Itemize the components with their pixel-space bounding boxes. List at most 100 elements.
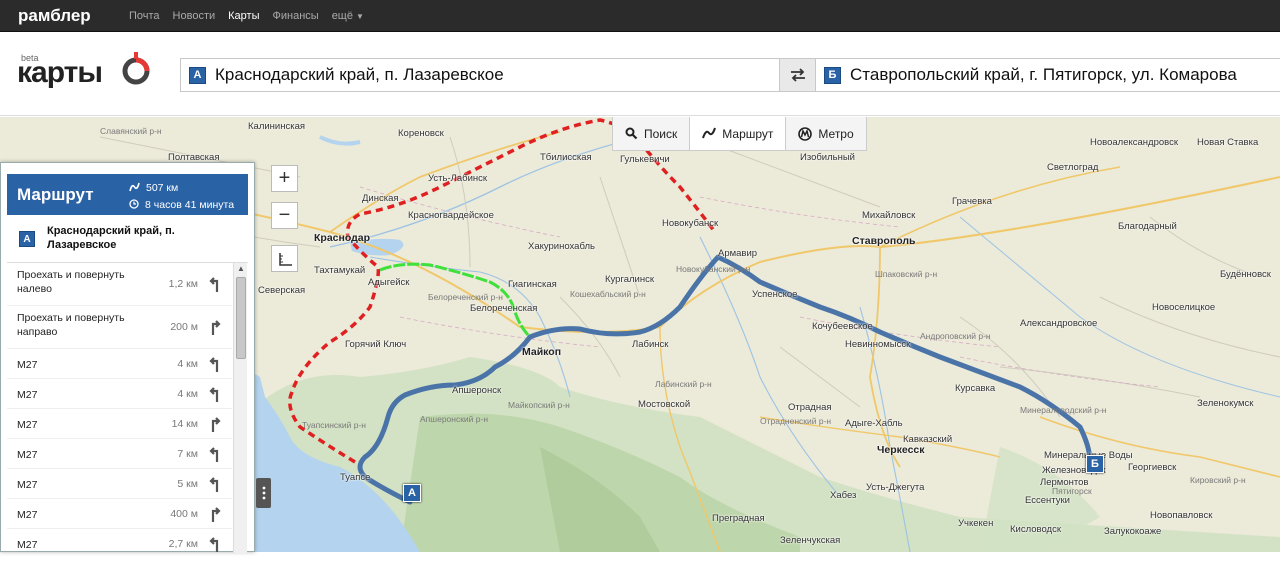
map-label: Лабинский р-н bbox=[655, 379, 712, 389]
map-label: Ставрополь bbox=[852, 235, 916, 247]
map-label: Калининская bbox=[248, 121, 306, 132]
route-step[interactable]: M27 4 км bbox=[7, 379, 232, 409]
route-to-field[interactable]: Б Ставропольский край, г. Пятигорск, ул.… bbox=[815, 58, 1280, 92]
chevron-down-icon: ▼ bbox=[355, 12, 364, 21]
tab-metro-label: Метро bbox=[818, 126, 854, 141]
zoom-out-button[interactable]: − bbox=[271, 202, 298, 229]
map-label: Новая Ставка bbox=[1197, 137, 1259, 148]
tab-metro[interactable]: Метро bbox=[786, 117, 865, 150]
nav-mail[interactable]: Почта bbox=[129, 10, 160, 22]
rambler-logo[interactable]: рамблер bbox=[18, 6, 91, 26]
map-label: Майкоп bbox=[522, 346, 562, 358]
route-step[interactable]: Проехать и повернуть налево 1,2 км bbox=[7, 263, 232, 306]
map-label: Майкопский р-н bbox=[508, 400, 570, 410]
route-step-text: M27 bbox=[17, 449, 38, 461]
turn-right-icon bbox=[211, 417, 221, 432]
route-step-distance: 4 км bbox=[177, 388, 198, 400]
nav-finance[interactable]: Финансы bbox=[273, 10, 319, 22]
map-label: Адыге-Хабль bbox=[845, 418, 903, 429]
map-label: Михайловск bbox=[862, 210, 916, 221]
route-duration: 8 часов 41 минута bbox=[129, 199, 234, 211]
mode-tabs: Поиск Маршрут Метро bbox=[612, 117, 867, 151]
route-end-pin[interactable]: Б bbox=[1086, 455, 1104, 473]
map-label: Новопавловск bbox=[1150, 510, 1213, 521]
swap-icon bbox=[790, 68, 805, 82]
route-step[interactable]: M27 400 м bbox=[7, 499, 232, 529]
map-label: Преградная bbox=[712, 513, 765, 524]
map-label: Кочубеевское bbox=[812, 321, 873, 332]
scroll-up-icon[interactable]: ▲ bbox=[234, 263, 248, 275]
turn-left-icon bbox=[209, 447, 219, 462]
map-label: Зеленокумск bbox=[1197, 398, 1254, 409]
route-step[interactable]: M27 5 км bbox=[7, 469, 232, 499]
tab-route[interactable]: Маршрут bbox=[690, 117, 787, 150]
top-nav: Почта Новости Карты Финансы ещё ▼ bbox=[129, 10, 377, 22]
route-step-text: M27 bbox=[17, 509, 38, 521]
ruler-icon bbox=[278, 252, 292, 266]
map-label: Новоалександровск bbox=[1090, 137, 1178, 148]
top-navigation-bar: рамблер Почта Новости Карты Финансы ещё ▼ bbox=[0, 0, 1280, 32]
clock-icon bbox=[129, 199, 139, 209]
map-label: Усть-Лабинск bbox=[428, 173, 488, 184]
map-label: Красногвардейское bbox=[408, 210, 494, 221]
map-label: Апшеронск bbox=[452, 385, 502, 396]
point-b-badge: Б bbox=[824, 66, 841, 84]
route-step[interactable]: Проехать и повернуть направо 200 м bbox=[7, 306, 232, 349]
route-step[interactable]: M27 7 км bbox=[7, 439, 232, 469]
map-label: Залукокоаже bbox=[1104, 526, 1162, 537]
route-step-text: Проехать и повернуть направо bbox=[17, 312, 125, 338]
map-label: Динская bbox=[362, 193, 399, 204]
map-label: Армавир bbox=[718, 248, 758, 259]
scrollbar[interactable]: ▲ bbox=[233, 263, 247, 553]
map-label: Александровское bbox=[1020, 318, 1098, 329]
turn-left-icon bbox=[209, 387, 219, 402]
nav-news[interactable]: Новости bbox=[173, 10, 216, 22]
map-label: Ессентуки bbox=[1025, 495, 1070, 506]
map-label: Будённовск bbox=[1220, 269, 1271, 280]
route-step[interactable]: M27 14 км bbox=[7, 409, 232, 439]
map-label: Усть-Джегута bbox=[866, 482, 925, 493]
tab-search[interactable]: Поиск bbox=[613, 117, 691, 150]
route-distance-value: 507 км bbox=[146, 182, 179, 194]
route-panel-title: Маршрут bbox=[17, 185, 94, 204]
map-label: Новоселицкое bbox=[1152, 302, 1216, 313]
logo-text: карты bbox=[17, 56, 103, 89]
route-step[interactable]: M27 4 км bbox=[7, 349, 232, 379]
ruler-button[interactable] bbox=[271, 245, 298, 272]
scroll-thumb[interactable] bbox=[236, 277, 246, 359]
map-label: Северская bbox=[258, 285, 306, 296]
route-step[interactable]: M27 2,7 км bbox=[7, 529, 232, 553]
maps-logo[interactable]: beta карты bbox=[17, 52, 157, 92]
route-start-point[interactable]: А Краснодарский край, п. Лазаревское bbox=[7, 219, 248, 263]
map-label: Грачевка bbox=[952, 196, 992, 207]
route-step-distance: 7 км bbox=[177, 448, 198, 460]
route-step-distance: 5 км bbox=[177, 478, 198, 490]
route-step-text: M27 bbox=[17, 419, 38, 431]
logo-mark-icon bbox=[122, 52, 150, 85]
zoom-in-button[interactable]: + bbox=[271, 165, 298, 192]
route-start-pin[interactable]: А bbox=[403, 484, 421, 502]
header: beta карты А Краснодарский край, п. Лаза… bbox=[0, 32, 1280, 116]
map-label: Светлоград bbox=[1047, 162, 1099, 173]
turn-right-icon bbox=[211, 320, 221, 335]
route-from-field[interactable]: А Краснодарский край, п. Лазаревское bbox=[180, 58, 780, 92]
route-step-distance: 4 км bbox=[177, 358, 198, 370]
route-step-text: Проехать и повернуть налево bbox=[17, 269, 125, 295]
map-label: Гиагинская bbox=[508, 279, 557, 290]
nav-maps[interactable]: Карты bbox=[228, 10, 259, 22]
route-start-text: Краснодарский край, п. Лазаревское bbox=[47, 225, 175, 251]
route-step-distance: 14 км bbox=[171, 418, 198, 430]
map-label: Шпаковский р-н bbox=[875, 269, 938, 279]
map-label: Белореченский р-н bbox=[428, 292, 503, 302]
map-label: Тахтамукай bbox=[314, 265, 366, 276]
route-steps-list: Проехать и повернуть налево 1,2 км Проехат… bbox=[7, 263, 232, 553]
nav-more[interactable]: ещё ▼ bbox=[332, 10, 364, 22]
route-icon bbox=[129, 182, 140, 192]
route-step-text: M27 bbox=[17, 479, 38, 491]
route-distance: 507 км bbox=[129, 182, 178, 194]
collapse-panel-handle[interactable] bbox=[256, 478, 271, 508]
point-a-badge: А bbox=[19, 231, 35, 247]
more-icon bbox=[262, 486, 265, 500]
map-label: Зеленчукская bbox=[780, 535, 841, 546]
swap-route-button[interactable] bbox=[780, 58, 815, 92]
